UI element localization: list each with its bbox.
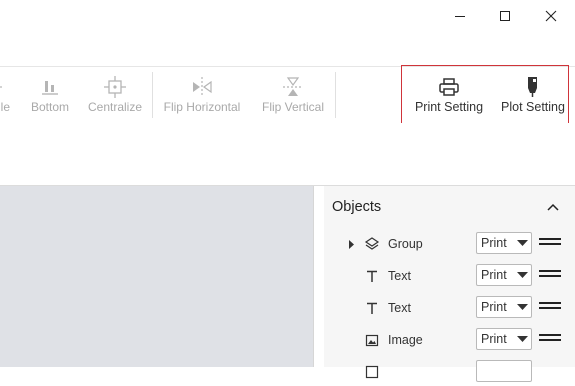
- object-row-label: Image: [388, 333, 423, 347]
- flip-vertical-button[interactable]: Flip Vertical: [256, 67, 330, 123]
- property-bar: [0, 123, 575, 186]
- collapse-panel-button[interactable]: [544, 198, 562, 216]
- drag-handle-icon[interactable]: [539, 238, 561, 248]
- toolbar-separator: [152, 72, 153, 118]
- centralize-label: Centralize: [87, 100, 143, 114]
- plot-setting-button[interactable]: Plot Setting: [496, 67, 570, 123]
- object-row[interactable]: Group Print: [324, 232, 575, 258]
- title-bar: [0, 0, 575, 31]
- output-mode-select[interactable]: [476, 360, 532, 382]
- close-icon: [545, 10, 557, 21]
- object-row-label: Text: [388, 269, 411, 283]
- output-mode-select[interactable]: Print: [476, 264, 532, 286]
- object-row-label: Group: [388, 237, 423, 251]
- minimize-button[interactable]: [437, 0, 483, 31]
- text-icon: [367, 270, 377, 282]
- flip-horizontal-icon: [193, 77, 212, 97]
- object-row-label: Text: [388, 301, 411, 315]
- object-row[interactable]: Text Print: [324, 296, 575, 322]
- expand-caret-icon[interactable]: [348, 240, 356, 249]
- flip-horizontal-button[interactable]: Flip Horizontal: [158, 67, 246, 123]
- print-setting-button[interactable]: Print Setting: [410, 67, 488, 123]
- plotter-pen-icon: [528, 77, 537, 97]
- output-mode-select[interactable]: Print: [476, 296, 532, 318]
- shape-icon: [365, 365, 379, 379]
- output-mode-value: Print: [481, 268, 507, 282]
- object-row[interactable]: Image Print: [324, 328, 575, 354]
- centralize-button[interactable]: Centralize: [84, 67, 146, 123]
- chevron-down-icon: [517, 304, 528, 310]
- text-icon: [367, 302, 377, 314]
- flip-horizontal-label: Flip Horizontal: [163, 100, 241, 114]
- chevron-down-icon: [517, 272, 528, 278]
- maximize-icon: [500, 10, 510, 21]
- output-mode-value: Print: [481, 300, 507, 314]
- drag-handle-icon[interactable]: [539, 270, 561, 280]
- chevron-down-icon: [517, 240, 528, 246]
- align-middle-icon: [0, 86, 2, 88]
- flip-vertical-icon: [283, 77, 303, 96]
- print-setting-label: Print Setting: [414, 100, 484, 114]
- minimize-icon: [455, 15, 465, 17]
- output-mode-select[interactable]: Print: [476, 232, 532, 254]
- chevron-up-icon: [547, 203, 559, 211]
- toolbar: lle Bottom Centralize Flip Horizontal Fl…: [0, 66, 575, 124]
- output-mode-value: Print: [481, 332, 507, 346]
- object-row[interactable]: [324, 360, 575, 386]
- image-icon: [365, 334, 379, 347]
- align-bottom-button[interactable]: Bottom: [26, 67, 74, 123]
- align-bottom-label: Bottom: [30, 100, 69, 114]
- align-middle-button[interactable]: lle: [0, 67, 14, 123]
- objects-panel: Objects Group Print Text Print Text Prin…: [324, 186, 575, 382]
- objects-panel-title: Objects: [332, 199, 382, 215]
- close-button[interactable]: [528, 0, 574, 31]
- design-canvas[interactable]: [0, 186, 313, 367]
- printer-icon: [439, 78, 459, 96]
- drag-handle-icon[interactable]: [539, 302, 561, 312]
- drag-handle-icon[interactable]: [539, 334, 561, 344]
- layers-icon: [364, 237, 380, 250]
- panel-splitter[interactable]: [313, 186, 324, 367]
- toolbar-separator: [335, 72, 336, 118]
- flip-vertical-label: Flip Vertical: [261, 100, 325, 114]
- output-mode-select[interactable]: Print: [476, 328, 532, 350]
- centralize-icon: [104, 76, 126, 98]
- align-middle-label: lle: [0, 100, 10, 114]
- object-row[interactable]: Text Print: [324, 264, 575, 290]
- align-bottom-icon: [42, 81, 58, 95]
- plot-setting-label: Plot Setting: [501, 100, 565, 114]
- chevron-down-icon: [517, 336, 528, 342]
- output-mode-value: Print: [481, 236, 507, 250]
- maximize-button[interactable]: [482, 0, 528, 31]
